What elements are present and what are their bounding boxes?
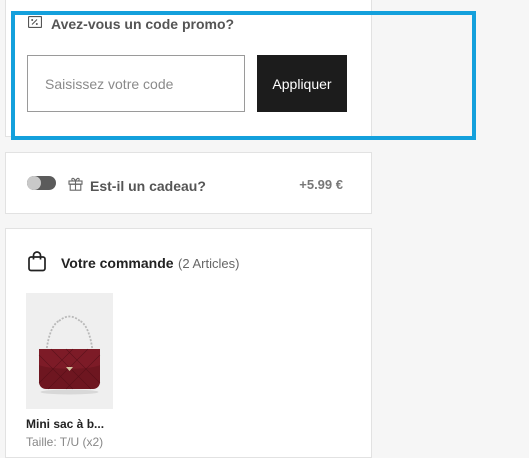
order-count: (2 Articles): [178, 255, 240, 271]
promo-title: Avez-vous un code promo?: [51, 16, 235, 32]
promo-header: Avez-vous un code promo?: [27, 15, 235, 33]
apply-promo-button[interactable]: Appliquer: [257, 55, 347, 112]
product-image[interactable]: [26, 293, 113, 409]
product-size: Taille: T/U (x2): [26, 435, 104, 449]
coupon-icon: [27, 15, 43, 33]
promo-code-input[interactable]: [27, 55, 245, 112]
order-title: Votre commande: [61, 254, 174, 271]
gift-icon: [68, 176, 83, 196]
gift-price: +5.99 €: [299, 177, 343, 192]
gift-toggle-knob: [27, 176, 41, 190]
product-name[interactable]: Mini sac à b...: [26, 417, 104, 431]
order-header: Votre commande (2 Articles): [27, 250, 239, 277]
gift-label: Est-il un cadeau?: [90, 178, 206, 194]
gift-option: Est-il un cadeau?: [68, 176, 206, 196]
shopping-bag-icon: [27, 250, 47, 277]
handbag-image: [38, 315, 101, 395]
gift-toggle[interactable]: [27, 176, 56, 190]
